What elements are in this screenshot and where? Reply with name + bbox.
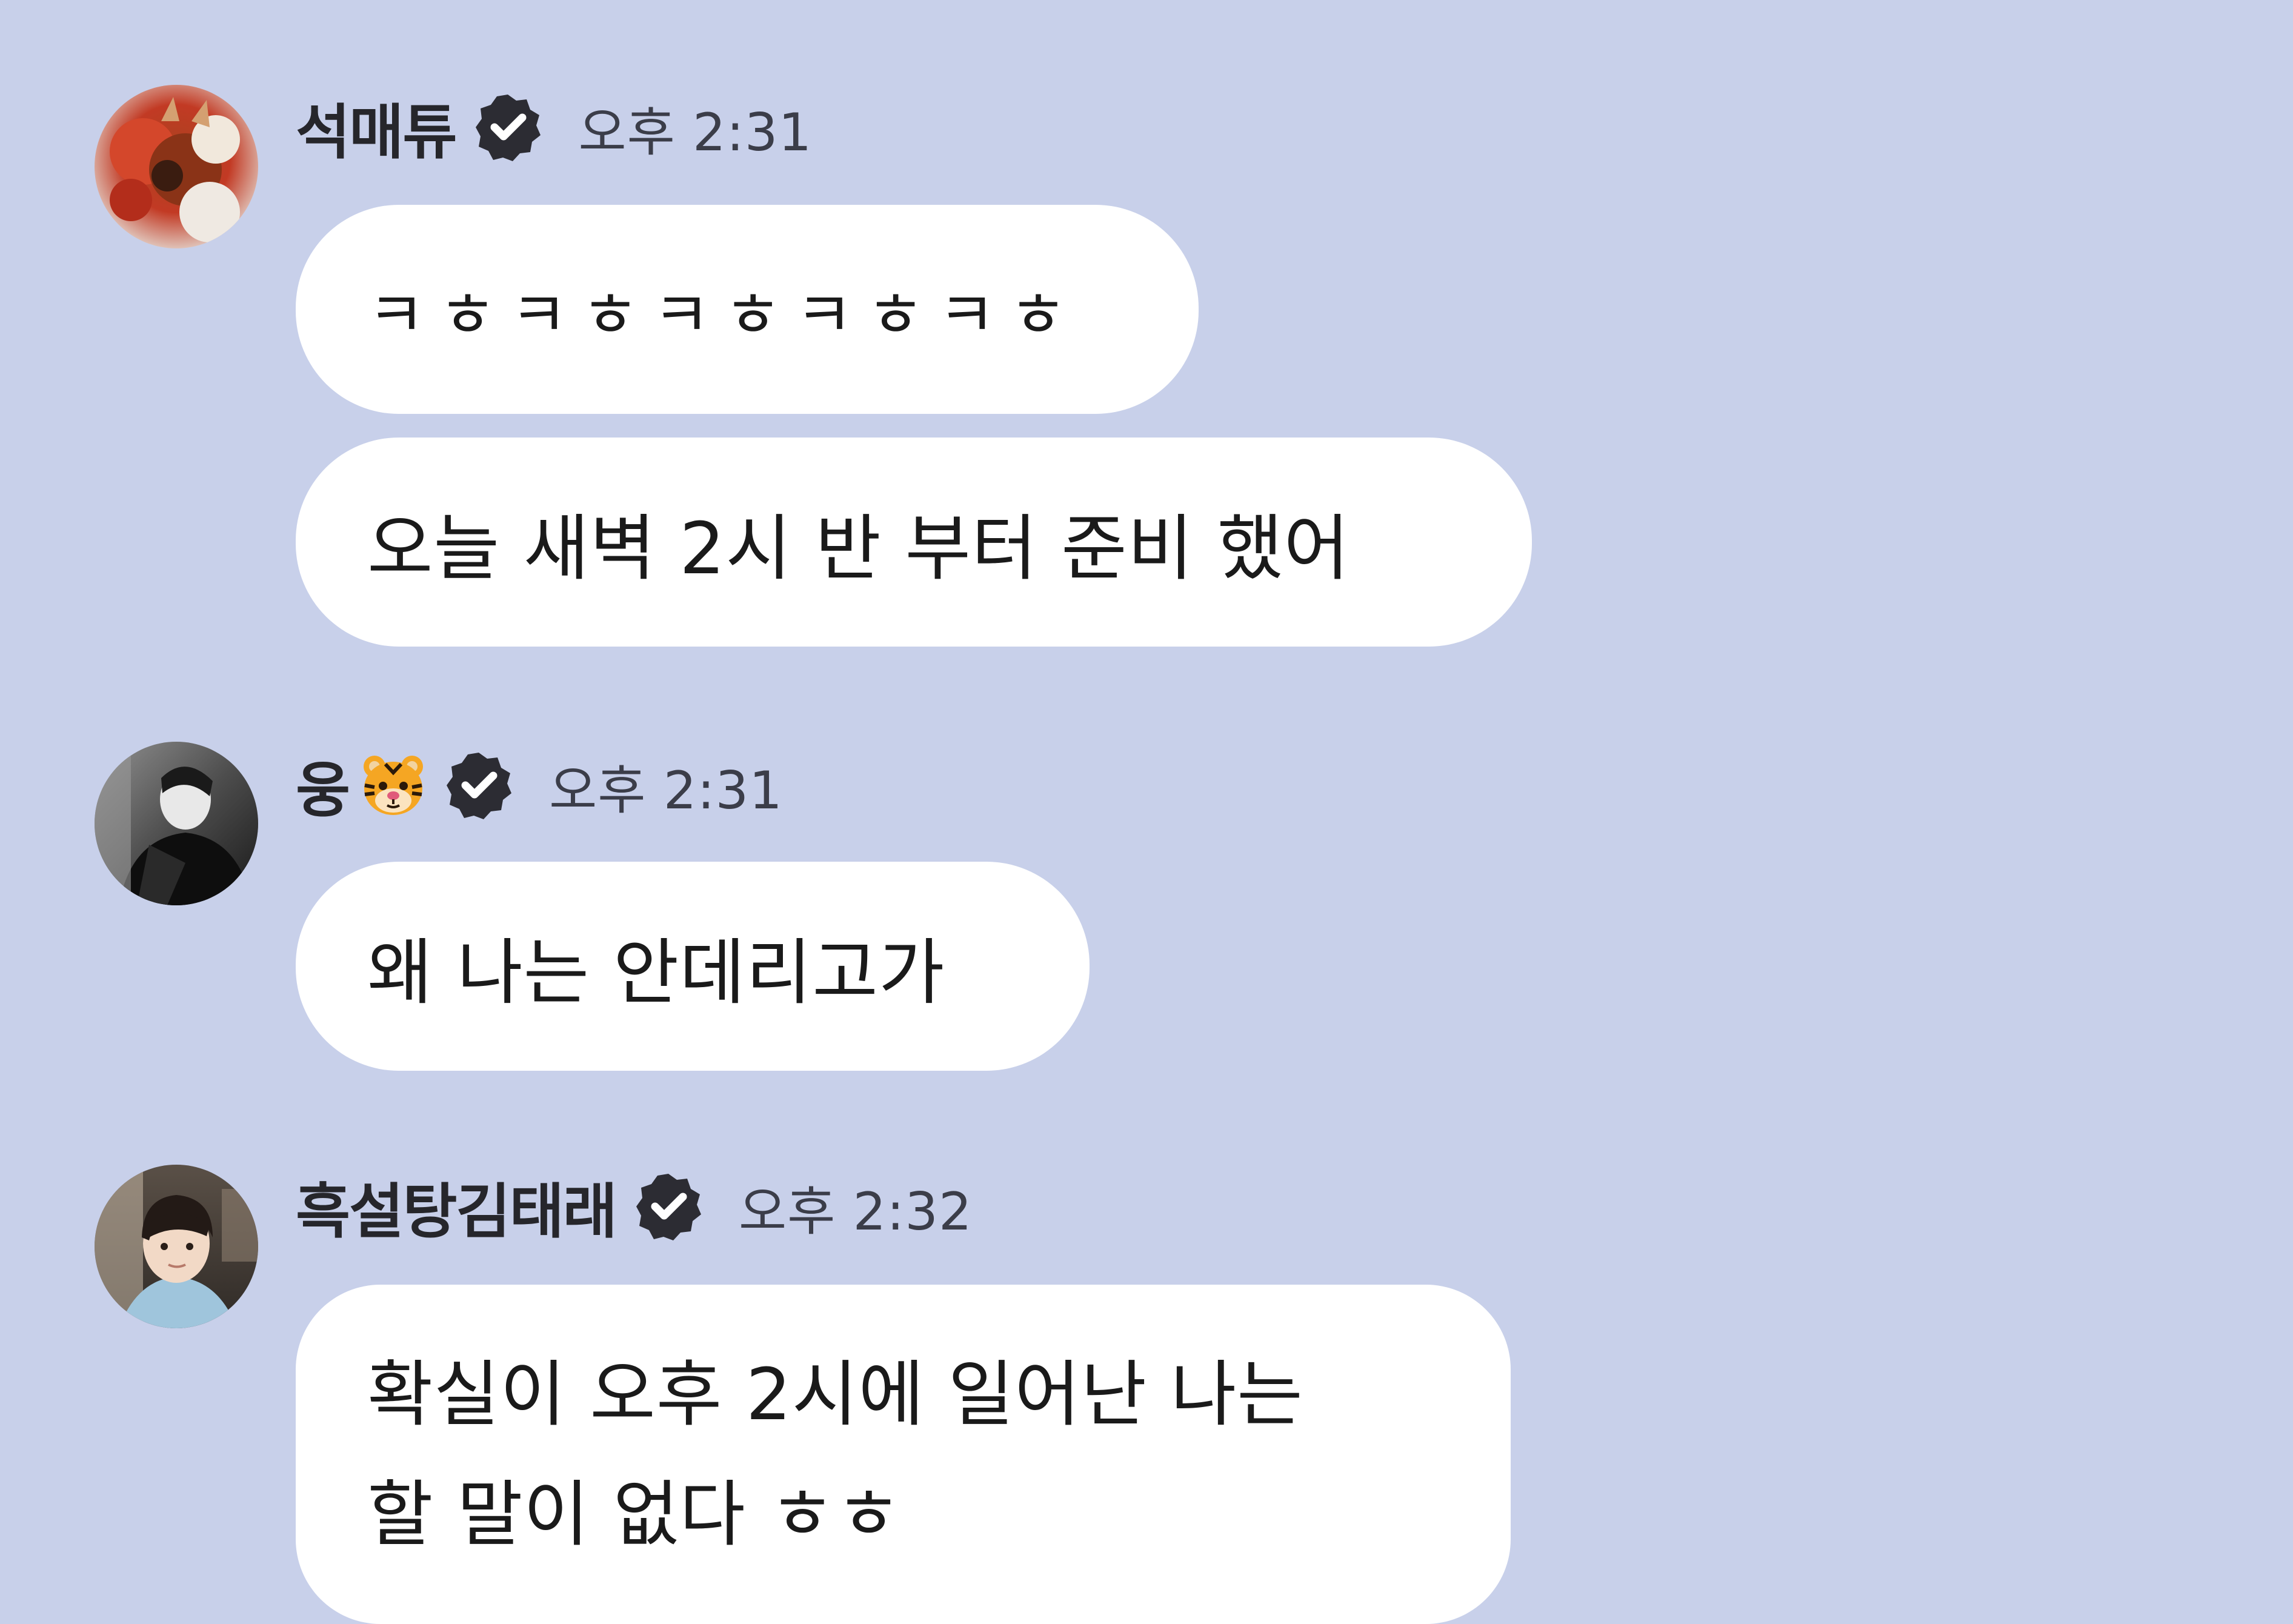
message-header: 웅 오후 2:31 (296, 746, 783, 825)
verified-check-icon (442, 749, 515, 822)
avatar[interactable] (95, 742, 258, 905)
sender-name[interactable]: 석매튜 (296, 84, 457, 170)
sender-name[interactable]: 웅 (296, 742, 350, 828)
avatar[interactable] (95, 85, 258, 248)
message-bubble[interactable]: ㅋㅎㅋㅎㅋㅎㅋㅎㅋㅎ (296, 205, 1199, 414)
message-timestamp: 오후 2:31 (578, 102, 813, 163)
tiger-face-emoji (360, 752, 427, 819)
message-text: ㅋㅎㅋㅎㅋㅎㅋㅎㅋㅎ (367, 278, 1080, 352)
message-text-line: 확실이 오후 2시에 일어난 나는 (367, 1353, 1303, 1436)
message-text: 왜 나는 안데리고가 (367, 931, 945, 1014)
message-bubble[interactable]: 오늘 새벽 2시 반 부터 준비 했어 (296, 438, 1532, 647)
chat-message-list: 석매튜 오후 2:31 ㅋㅎㅋㅎㅋㅎㅋㅎㅋㅎ 오늘 새벽 2시 반 부터 준비 … (0, 0, 2293, 1624)
avatar[interactable] (95, 1165, 258, 1328)
message-text: 오늘 새벽 2시 반 부터 준비 했어 (367, 507, 1350, 590)
message-text-line: 할 말이 없다 ㅎㅎ (367, 1473, 902, 1556)
verified-check-icon (632, 1170, 705, 1243)
message-header: 흑설탕김태래 오후 2:32 (296, 1167, 973, 1246)
sender-name[interactable]: 흑설탕김태래 (296, 1163, 617, 1250)
verified-check-icon (471, 91, 544, 164)
message-timestamp: 오후 2:31 (549, 760, 783, 821)
message-header: 석매튜 오후 2:31 (296, 88, 812, 167)
message-timestamp: 오후 2:32 (738, 1181, 973, 1242)
message-bubble[interactable]: 확실이 오후 2시에 일어난 나는 할 말이 없다 ㅎㅎ (296, 1285, 1511, 1624)
message-bubble[interactable]: 왜 나는 안데리고가 (296, 862, 1090, 1071)
